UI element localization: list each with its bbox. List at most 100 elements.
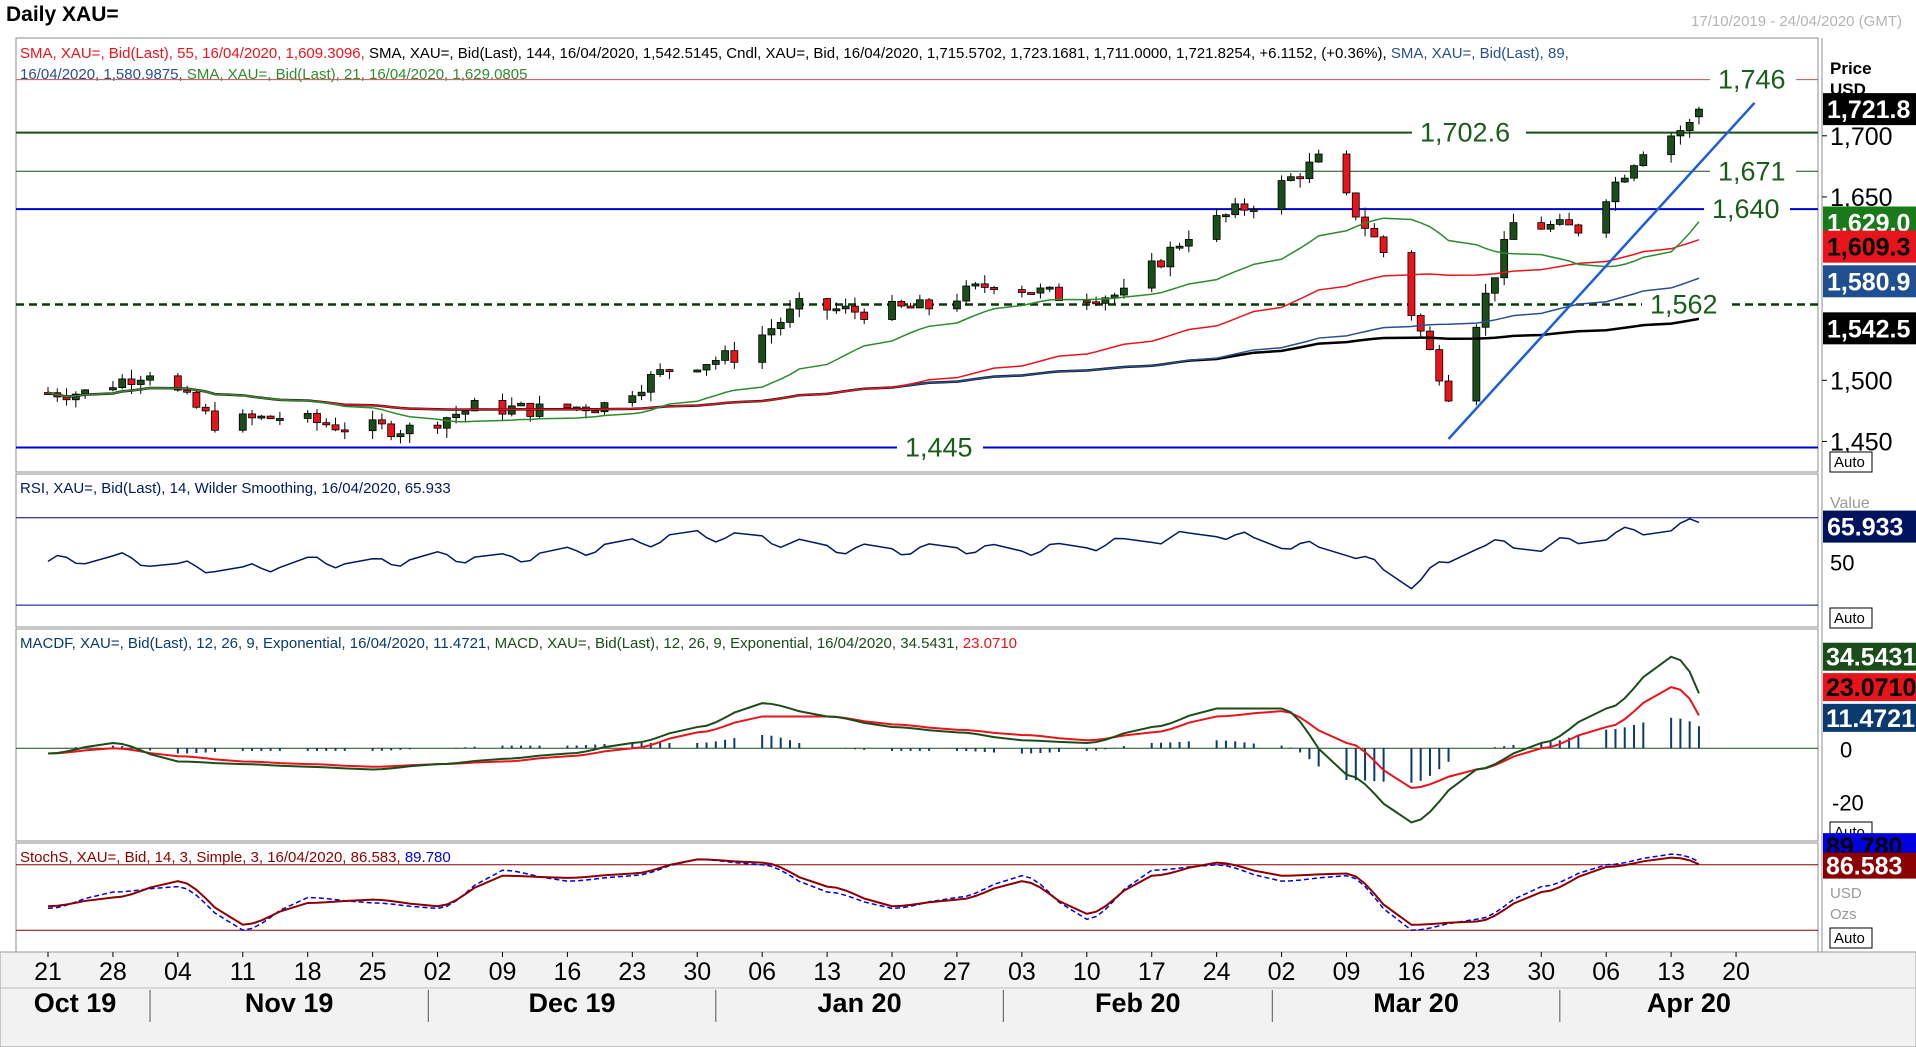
month-label: Jan 20 — [818, 988, 902, 1018]
price-legend-line-1: SMA, XAU=, Bid(Last), 55, 16/04/2020, 1,… — [20, 45, 1569, 62]
legend-entry: StochS, XAU=, Bid, 14, 3, Simple, 3, 16/… — [20, 849, 405, 866]
day-tick: 24 — [1203, 958, 1231, 986]
level-label: 1,746 — [1718, 65, 1786, 95]
day-tick: 09 — [1333, 958, 1361, 986]
candle — [1611, 181, 1620, 203]
candle — [1565, 219, 1573, 226]
chart-canvas[interactable]: SMA, XAU=, Bid(Last), 55, 16/04/2020, 1,… — [0, 0, 1916, 1047]
candle — [1286, 176, 1295, 181]
candle — [1045, 286, 1054, 290]
candle — [925, 299, 934, 310]
candle — [1240, 203, 1249, 211]
level-label: 1,640 — [1712, 194, 1780, 224]
day-tick: 20 — [878, 958, 906, 986]
candle — [730, 350, 739, 363]
macd-panel[interactable] — [15, 628, 1819, 842]
month-label: Dec 19 — [528, 988, 615, 1018]
candle — [915, 299, 924, 309]
candle — [433, 424, 442, 429]
candle — [1296, 176, 1305, 180]
day-tick: 21 — [34, 958, 62, 986]
macd-legend: MACDF, XAU=, Bid(Last), 12, 26, 9, Expon… — [20, 635, 1017, 652]
candle — [1036, 287, 1045, 294]
candle — [1027, 292, 1036, 295]
day-tick: 04 — [164, 958, 192, 986]
stoch-badge-text: 86.583 — [1826, 853, 1902, 881]
legend-entry: 89.780 — [405, 849, 451, 866]
rsi-tick: 50 — [1830, 550, 1854, 575]
candle — [1120, 287, 1128, 296]
macd-tick: 0 — [1840, 737, 1852, 762]
price-badge-text: 1,580.9 — [1827, 268, 1910, 296]
candle — [1157, 260, 1165, 268]
candle — [1620, 177, 1629, 183]
rsi-auto-button-label: Auto — [1834, 610, 1865, 627]
candle — [906, 305, 915, 309]
day-tick: 09 — [489, 958, 517, 986]
legend-entry: SMA, XAU=, Bid(Last), 55, 16/04/2020, 1,… — [20, 45, 369, 62]
legend-entry: Cndl, XAU=, Bid, 16/04/2020, 1,715.5702,… — [726, 45, 1391, 62]
candle — [183, 389, 192, 393]
candle — [1574, 224, 1583, 234]
candle — [971, 283, 980, 287]
candle — [795, 298, 804, 310]
candle — [1222, 214, 1230, 218]
day-tick: 06 — [1592, 958, 1620, 986]
candle — [461, 410, 470, 415]
candle — [1546, 223, 1555, 230]
candle — [303, 412, 312, 419]
legend-entry: 23.0710 — [963, 635, 1017, 652]
candle — [1092, 301, 1100, 305]
candle — [498, 400, 507, 415]
candle — [1249, 209, 1258, 212]
day-tick: 18 — [294, 958, 322, 986]
legend-entry: SMA, XAU=, Bid(Last), 21, 16/04/2020, 1,… — [187, 66, 528, 83]
chart-window: Daily XAU= 17/10/2019 - 24/04/2020 (GMT)… — [0, 0, 1916, 1047]
candle — [888, 300, 896, 320]
day-tick: 02 — [1268, 958, 1296, 986]
candle — [1147, 260, 1156, 289]
candle — [1305, 161, 1314, 180]
price-legend-line-2: 16/04/2020, 1,580.9875, SMA, XAU=, Bid(L… — [20, 66, 527, 83]
day-tick: 30 — [683, 958, 711, 986]
candle — [1426, 330, 1434, 351]
candle — [377, 419, 386, 425]
candle — [860, 311, 869, 320]
month-label: Oct 19 — [34, 988, 117, 1018]
candle — [442, 417, 451, 429]
candle — [1370, 227, 1379, 238]
candle — [1509, 222, 1518, 240]
price-badge-text: 1,721.8 — [1827, 96, 1911, 124]
candle — [238, 413, 247, 431]
candle — [118, 378, 127, 389]
candle — [1379, 236, 1388, 253]
legend-entry: MACDF, XAU=, Bid(Last), 12, 26, 9, Expon… — [20, 635, 495, 652]
candle — [1639, 154, 1648, 167]
candle — [767, 328, 776, 336]
day-tick: 25 — [359, 958, 387, 986]
price-badge-text: 1,609.3 — [1827, 234, 1910, 262]
candle — [136, 379, 145, 385]
day-tick: 30 — [1527, 958, 1555, 986]
candle — [758, 334, 767, 363]
day-tick: 13 — [813, 958, 841, 986]
month-label: Feb 20 — [1095, 988, 1181, 1018]
candle — [452, 413, 461, 419]
price-panel[interactable] — [15, 37, 1819, 473]
candle — [368, 419, 377, 432]
candle — [851, 305, 859, 313]
candle — [646, 374, 655, 393]
candle — [248, 413, 256, 419]
candle — [1351, 192, 1360, 218]
candle — [721, 350, 729, 361]
candle — [656, 369, 665, 375]
candle — [786, 308, 794, 323]
candle — [517, 402, 525, 407]
level-label: 1,671 — [1718, 156, 1786, 186]
macd-badge-text: 23.0710 — [1826, 674, 1916, 702]
day-tick: 28 — [99, 958, 127, 986]
candle — [405, 424, 414, 435]
candle — [841, 305, 850, 310]
day-tick: 20 — [1722, 958, 1750, 986]
legend-entry: SMA, XAU=, Bid(Last), 144, 16/04/2020, 1… — [369, 45, 726, 62]
